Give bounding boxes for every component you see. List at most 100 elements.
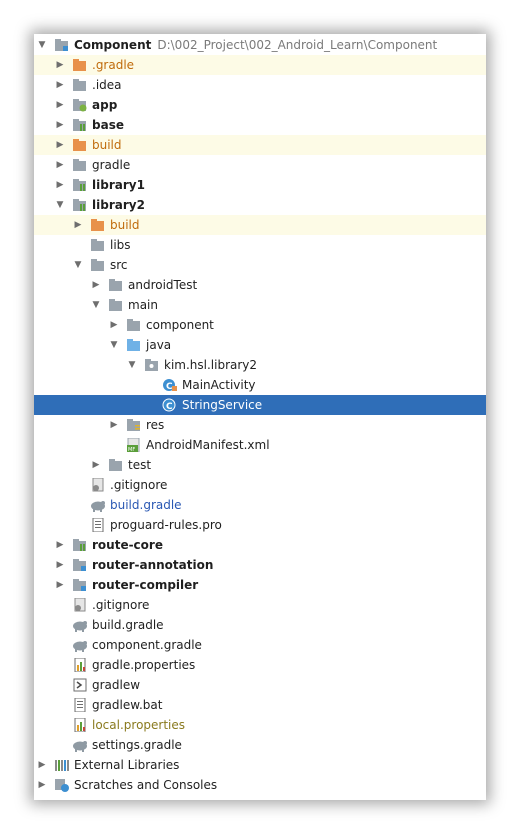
tree-row-root[interactable]: ▼ Component D:\002_Project\002_Android_Le…: [34, 35, 486, 55]
folder-icon: [108, 298, 124, 312]
library-module-icon: [72, 118, 88, 132]
text-file-icon: [90, 517, 106, 533]
chevron-right-icon[interactable]: ▶: [54, 175, 66, 195]
tree-row[interactable]: proguard-rules.pro: [34, 515, 486, 535]
libraries-icon: [54, 758, 70, 772]
tree-row-label: build.gradle: [92, 618, 164, 632]
tree-row[interactable]: ▶ .idea: [34, 75, 486, 95]
tree-row-label: test: [128, 458, 152, 472]
class-icon: C: [162, 398, 178, 412]
chevron-right-icon[interactable]: ▶: [54, 55, 66, 75]
tree-row-label: .gitignore: [110, 478, 168, 492]
tree-row[interactable]: .gitignore: [34, 595, 486, 615]
tree-row[interactable]: gradlew.bat: [34, 695, 486, 715]
tree-row[interactable]: ▶ app: [34, 95, 486, 115]
tree-row-scratches[interactable]: ▶ Scratches and Consoles: [34, 775, 486, 795]
tree-row[interactable]: gradlew: [34, 675, 486, 695]
svg-text:MF: MF: [128, 447, 135, 452]
tree-row[interactable]: ▼ kim.hsl.library2: [34, 355, 486, 375]
tree-row[interactable]: ▼ src: [34, 255, 486, 275]
tree-row[interactable]: C MainActivity: [34, 375, 486, 395]
tree-row[interactable]: build.gradle: [34, 615, 486, 635]
tree-row[interactable]: ▶ build: [34, 135, 486, 155]
folder-icon: [126, 318, 142, 332]
root-label: Component D:\002_Project\002_Android_Lear…: [74, 35, 437, 55]
tree-row[interactable]: ▶ androidTest: [34, 275, 486, 295]
chevron-right-icon[interactable]: ▶: [90, 275, 102, 295]
folder-icon: [108, 278, 124, 292]
tree-row[interactable]: ▶ gradle: [34, 155, 486, 175]
tree-row-label: .gradle: [92, 58, 135, 72]
tree-row[interactable]: ▶ res: [34, 415, 486, 435]
tree-row[interactable]: libs: [34, 235, 486, 255]
chevron-right-icon[interactable]: ▶: [108, 415, 120, 435]
tree-row-label: StringService: [182, 398, 263, 412]
chevron-right-icon[interactable]: ▶: [54, 135, 66, 155]
chevron-right-icon[interactable]: ▶: [90, 455, 102, 475]
excluded-folder-icon: [90, 218, 106, 232]
tree-row-label: AndroidManifest.xml: [146, 438, 270, 452]
chevron-right-icon[interactable]: ▶: [54, 575, 66, 595]
chevron-down-icon[interactable]: ▼: [54, 195, 66, 215]
chevron-right-icon[interactable]: ▶: [36, 755, 48, 775]
chevron-down-icon[interactable]: ▼: [72, 255, 84, 275]
java-module-icon: [72, 558, 88, 572]
chevron-right-icon[interactable]: ▶: [54, 155, 66, 175]
tree-row-selected[interactable]: C StringService: [34, 395, 486, 415]
chevron-right-icon[interactable]: ▶: [108, 315, 120, 335]
tree-row-label: router-compiler: [92, 578, 199, 592]
tree-row[interactable]: build.gradle: [34, 495, 486, 515]
chevron-down-icon[interactable]: ▼: [90, 295, 102, 315]
tree-row[interactable]: ▶ base: [34, 115, 486, 135]
chevron-right-icon[interactable]: ▶: [54, 535, 66, 555]
tree-row[interactable]: ▶ build: [34, 215, 486, 235]
tree-row[interactable]: ▶ test: [34, 455, 486, 475]
tree-row[interactable]: ▶ router-annotation: [34, 555, 486, 575]
class-icon: C: [162, 378, 178, 392]
tree-row[interactable]: ▶ .gradle: [34, 55, 486, 75]
tree-row[interactable]: settings.gradle: [34, 735, 486, 755]
tree-row-label: gradlew.bat: [92, 698, 163, 712]
tree-row[interactable]: component.gradle: [34, 635, 486, 655]
tree-row[interactable]: ▶ router-compiler: [34, 575, 486, 595]
properties-file-icon: [72, 657, 88, 673]
tree-row-label: build: [92, 138, 122, 152]
tree-row-label: java: [146, 338, 172, 352]
tree-row[interactable]: ▶ library1: [34, 175, 486, 195]
chevron-right-icon[interactable]: ▶: [54, 95, 66, 115]
tree-row-label: library1: [92, 178, 145, 192]
shell-script-icon: [72, 678, 88, 692]
tree-row[interactable]: local.properties: [34, 715, 486, 735]
chevron-right-icon[interactable]: ▶: [54, 115, 66, 135]
tree-row[interactable]: ▼ main: [34, 295, 486, 315]
chevron-right-icon[interactable]: ▶: [36, 775, 48, 795]
tree-row[interactable]: MF AndroidManifest.xml: [34, 435, 486, 455]
gradle-icon: [72, 738, 88, 752]
chevron-down-icon[interactable]: ▼: [126, 355, 138, 375]
chevron-right-icon[interactable]: ▶: [72, 215, 84, 235]
tree-row-label: settings.gradle: [92, 738, 182, 752]
chevron-down-icon[interactable]: ▼: [36, 35, 48, 55]
properties-file-icon: [72, 717, 88, 733]
svg-text:C: C: [166, 382, 173, 392]
excluded-folder-icon: [72, 138, 88, 152]
root-path: D:\002_Project\002_Android_Learn\Compone…: [157, 38, 438, 52]
tree-row-label: base: [92, 118, 124, 132]
module-folder-icon: [54, 38, 70, 52]
tree-row-label: .idea: [92, 78, 122, 92]
tree-row[interactable]: .gitignore: [34, 475, 486, 495]
tree-row-label: proguard-rules.pro: [110, 518, 222, 532]
tree-row[interactable]: gradle.properties: [34, 655, 486, 675]
tree-row[interactable]: ▼ java: [34, 335, 486, 355]
text-file-icon: [72, 697, 88, 713]
tree-row-external-libraries[interactable]: ▶ External Libraries: [34, 755, 486, 775]
tree-row-label: library2: [92, 198, 145, 212]
chevron-right-icon[interactable]: ▶: [54, 75, 66, 95]
chevron-down-icon[interactable]: ▼: [108, 335, 120, 355]
tree-row[interactable]: ▶ route-core: [34, 535, 486, 555]
tree-row[interactable]: ▼ library2: [34, 195, 486, 215]
tree-row[interactable]: ▶ component: [34, 315, 486, 335]
gradle-icon: [90, 498, 106, 512]
tree-row-label: component: [146, 318, 214, 332]
chevron-right-icon[interactable]: ▶: [54, 555, 66, 575]
